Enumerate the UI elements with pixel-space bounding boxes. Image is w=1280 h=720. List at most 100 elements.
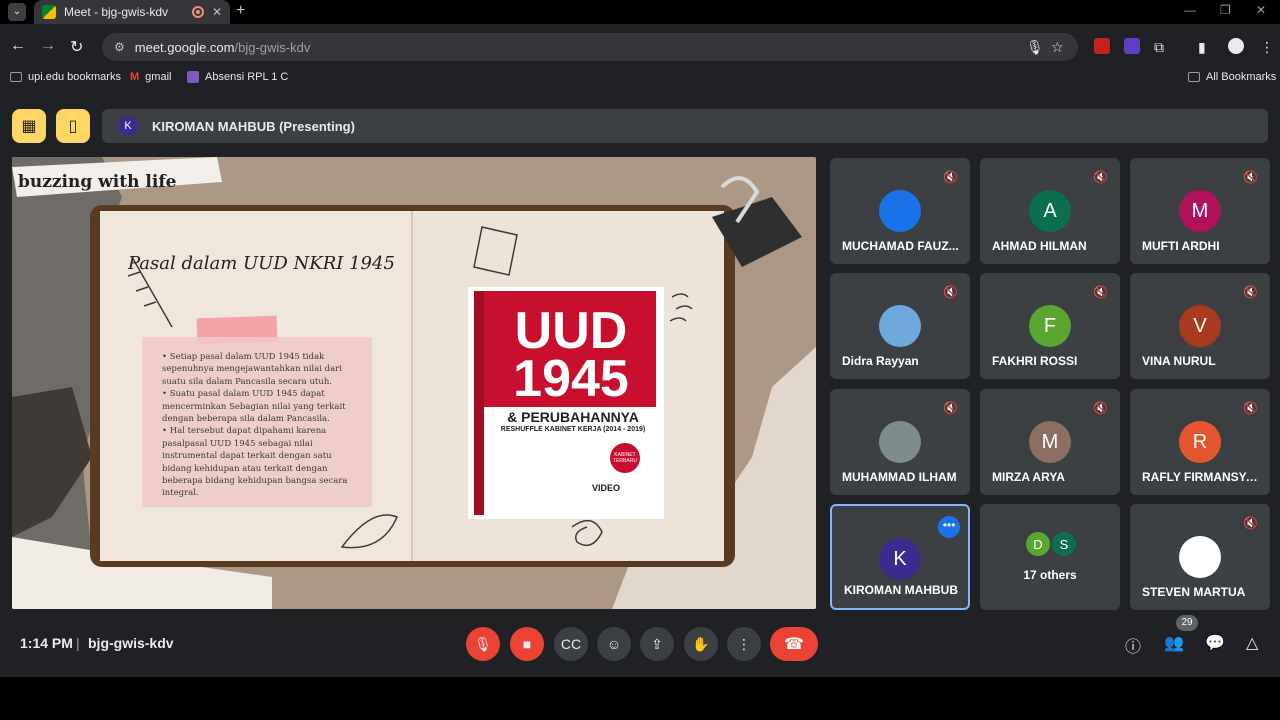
raise-hand-button[interactable]: ✋ xyxy=(684,627,718,661)
new-tab-button[interactable]: + xyxy=(236,2,245,20)
reload-button[interactable]: ↻ xyxy=(70,37,83,57)
avatar: K xyxy=(879,538,921,580)
meet-favicon-icon xyxy=(42,5,56,19)
camera-off-button[interactable]: ■ xyxy=(510,627,544,661)
reactions-button[interactable]: ☺ xyxy=(597,627,631,661)
participant-tile[interactable]: 🔇 MUCHAMAD FAUZ... xyxy=(830,158,970,264)
tab-meet[interactable]: Meet - bjg-gwis-kdv ✕ xyxy=(34,0,230,24)
people-icon: 👥 xyxy=(1164,635,1184,652)
mic-muted-icon: 🔇 xyxy=(1093,285,1108,299)
presentation-slide: buzzing with life Pasal dalam UUD NKRI 1… xyxy=(12,157,816,609)
side-panel-icon[interactable]: ▮ xyxy=(1198,39,1206,56)
avatar: A xyxy=(1029,190,1071,232)
maximize-button[interactable]: ❐ xyxy=(1220,3,1231,17)
meet-stage: ▦ ▯ K KIROMAN MAHBUB (Presenting) buzzin… xyxy=(0,95,1280,677)
site-info-icon[interactable]: ⚙ xyxy=(114,40,125,54)
mic-muted-icon: 🔇 xyxy=(943,401,958,415)
mic-off-icon: 🎙 xyxy=(474,635,492,652)
more-options-button[interactable]: ⋮ xyxy=(727,627,761,661)
bookmarks-bar: upi.edu bookmarks Mgmail Absensi RPL 1 C… xyxy=(0,68,1280,88)
bookmark-star-icon[interactable]: ☆ xyxy=(1051,39,1064,56)
participant-tile[interactable]: ••• K KIROMAN MAHBUB xyxy=(830,504,970,610)
mic-off-button[interactable]: 🎙 xyxy=(466,627,500,661)
captions-button[interactable]: CC xyxy=(554,627,588,661)
participant-tile[interactable]: 🔇 STEVEN MARTUA xyxy=(1130,504,1270,610)
avatar xyxy=(879,190,921,232)
participant-tile[interactable]: 🔇 Didra Rayyan xyxy=(830,273,970,379)
layout-button[interactable]: ▯ xyxy=(56,109,90,143)
participant-name: MUFTI ARDHI xyxy=(1142,239,1220,253)
mic-muted-icon: 🔇 xyxy=(1093,401,1108,415)
participant-tile[interactable]: 🔇 A AHMAD HILMAN xyxy=(980,158,1120,264)
presenter-avatar: K xyxy=(118,116,138,136)
avatar xyxy=(1179,536,1221,578)
browser-menu-icon[interactable]: ⋮ xyxy=(1260,39,1274,56)
all-bookmarks[interactable]: All Bookmarks xyxy=(1188,71,1276,83)
avatar xyxy=(879,305,921,347)
participant-tile[interactable]: 🔇 M MIRZA ARYA xyxy=(980,389,1120,495)
participant-tile[interactable]: 🔇 M MUFTI ARDHI xyxy=(1130,158,1270,264)
extensions-puzzle-icon[interactable]: ⧉ xyxy=(1154,39,1164,56)
more-options-icon[interactable]: ••• xyxy=(938,516,960,538)
bookmark-item[interactable]: Mgmail xyxy=(130,71,171,83)
present-icon: ⇪ xyxy=(651,635,663,652)
minimize-button[interactable]: — xyxy=(1184,3,1196,17)
chat-button[interactable]: 💬 xyxy=(1205,633,1225,653)
participant-name: MUCHAMAD FAUZ... xyxy=(842,239,959,253)
recording-indicator-icon xyxy=(191,6,204,18)
browser-toolbar: ← → ↻ ⚙ meet.google.com/bjg-gwis-kdv 🎙 ☆… xyxy=(0,30,1280,64)
camera-off-icon: ■ xyxy=(522,636,532,652)
participant-tile[interactable]: 🔇 R RAFLY FIRMANSYAH xyxy=(1130,389,1270,495)
pin-layout-button[interactable]: ▦ xyxy=(12,109,46,143)
mic-muted-icon: 🔇 xyxy=(1243,516,1258,530)
extension-icon[interactable] xyxy=(1124,38,1140,54)
tab-title: Meet - bjg-gwis-kdv xyxy=(64,5,169,19)
activities-button[interactable]: △ xyxy=(1246,633,1258,653)
tab-close-icon[interactable]: ✕ xyxy=(212,5,222,19)
book-badge: KABINET TERBARU xyxy=(610,443,640,473)
participant-name: MUHAMMAD ILHAM xyxy=(842,470,957,484)
meeting-code: bjg-gwis-kdv xyxy=(88,635,174,651)
avatar: M xyxy=(1179,190,1221,232)
address-bar[interactable]: ⚙ meet.google.com/bjg-gwis-kdv xyxy=(102,33,1078,61)
participant-name: MIRZA ARYA xyxy=(992,470,1065,484)
participant-tile[interactable]: 🔇 F FAKHRI ROSSI xyxy=(980,273,1120,379)
avatar: S xyxy=(1050,530,1078,558)
hang-up-icon: ☎ xyxy=(784,636,804,653)
people-button[interactable]: 👥 xyxy=(1164,633,1184,653)
leave-call-button[interactable]: ☎ xyxy=(770,627,818,661)
mic-muted-icon: 🔇 xyxy=(943,285,958,299)
profile-avatar-icon[interactable] xyxy=(1228,38,1244,54)
divider: | xyxy=(76,635,80,651)
book-video-label: VIDEO xyxy=(592,483,621,493)
mic-muted-icon: 🔇 xyxy=(943,170,958,184)
avatar xyxy=(879,421,921,463)
slide-header-strip: buzzing with life xyxy=(18,172,177,192)
gmail-icon: M xyxy=(130,71,140,83)
present-button[interactable]: ⇪ xyxy=(640,627,674,661)
book-subtitle2: RESHUFFLE KABINET KERJA (2014 - 2019) xyxy=(500,426,646,433)
participant-tile[interactable]: 🔇 V VINA NURUL xyxy=(1130,273,1270,379)
participant-name: KIROMAN MAHBUB xyxy=(844,583,958,597)
others-tile[interactable]: D S 17 others xyxy=(980,504,1120,610)
close-window-button[interactable]: ✕ xyxy=(1256,3,1266,17)
bookmark-label: upi.edu bookmarks xyxy=(28,71,121,83)
participant-count-badge: 29 xyxy=(1176,615,1198,631)
bookmark-item[interactable]: Absensi RPL 1 C xyxy=(187,71,288,83)
microphone-icon[interactable]: 🎙 xyxy=(1026,39,1044,56)
extension-icon[interactable] xyxy=(1094,38,1110,54)
slide-title: Pasal dalam UUD NKRI 1945 xyxy=(128,253,395,274)
mic-muted-icon: 🔇 xyxy=(1093,170,1108,184)
forward-button[interactable]: → xyxy=(40,37,56,55)
emoji-icon: ☺ xyxy=(606,636,622,652)
avatar: F xyxy=(1029,305,1071,347)
meeting-info-button[interactable]: ⓘ xyxy=(1125,633,1141,657)
mic-muted-icon: 🔇 xyxy=(1243,285,1258,299)
back-button[interactable]: ← xyxy=(10,37,26,55)
slide-bullet: • Hal tersebut dapat dipahami karena pas… xyxy=(162,426,348,499)
slide-bullet: • Suatu pasal dalam UUD 1945 dapat mence… xyxy=(162,389,346,425)
participant-name: STEVEN MARTUA xyxy=(1142,585,1246,599)
bookmark-item[interactable]: upi.edu bookmarks xyxy=(10,71,121,83)
tab-search-button[interactable]: ⌄ xyxy=(8,3,26,21)
participant-tile[interactable]: 🔇 MUHAMMAD ILHAM xyxy=(830,389,970,495)
